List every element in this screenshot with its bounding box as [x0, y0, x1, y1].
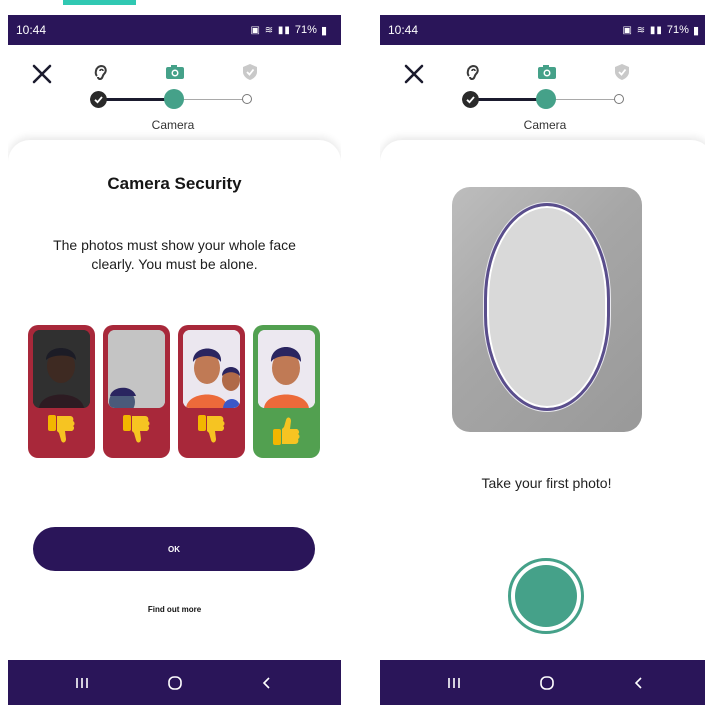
camera-icon	[538, 65, 556, 79]
back-icon[interactable]	[619, 660, 659, 705]
status-time: 10:44	[388, 23, 419, 37]
status-bar: 10:44 ▣ ≋ ▮▮ 71% ▮	[8, 15, 341, 45]
back-icon[interactable]	[247, 660, 287, 705]
progress-stepper: Camera	[380, 45, 705, 140]
signal-icon: ▣ ≋ ▮▮	[250, 24, 291, 36]
home-icon[interactable]	[155, 660, 195, 705]
camera-icon	[166, 65, 184, 79]
example-not-alone	[178, 325, 245, 458]
shutter-button[interactable]	[508, 558, 584, 634]
two-people-illustration	[183, 330, 240, 408]
battery-percent: 71%	[666, 24, 689, 36]
camera-security-card: Camera Security The photos must show you…	[8, 140, 341, 660]
page-title: Camera Security	[107, 174, 242, 193]
battery-percent: 71%	[294, 24, 317, 36]
step-label: Camera	[523, 118, 567, 132]
recent-apps-icon[interactable]	[62, 660, 102, 705]
step-complete-check-icon	[462, 91, 479, 108]
top-accent-tab	[63, 0, 136, 5]
single-face-illustration	[258, 330, 315, 408]
battery-icon: ▮	[320, 24, 327, 37]
status-time: 10:44	[16, 23, 47, 37]
capture-instruction: Take your first photo!	[481, 475, 612, 491]
camera-preview	[452, 187, 642, 432]
dark-face-illustration	[33, 330, 90, 408]
system-navigation-bar	[8, 660, 341, 705]
recent-apps-icon[interactable]	[434, 660, 474, 705]
step-current-dot	[164, 89, 184, 109]
camera-capture-card: Take your first photo!	[380, 140, 705, 660]
stepper-progress-line	[470, 98, 542, 101]
step-pending-dot	[242, 94, 252, 104]
shield-icon	[615, 64, 629, 80]
stepper-remaining-line	[552, 99, 617, 100]
stepper-progress-line	[98, 98, 170, 101]
ok-button[interactable]: OK	[33, 527, 315, 571]
ear-icon	[94, 64, 107, 81]
step-label: Camera	[151, 118, 195, 132]
example-correct	[253, 325, 320, 458]
thumbs-up-icon	[273, 417, 300, 445]
thumbs-down-icon	[48, 415, 75, 443]
find-out-more-link[interactable]: Find out more	[8, 605, 341, 614]
ear-icon	[466, 64, 479, 81]
close-icon[interactable]	[402, 62, 426, 86]
phone-screen-camera-security: 10:44 ▣ ≋ ▮▮ 71% ▮ Camera Camera Securit…	[8, 0, 341, 705]
shield-icon	[243, 64, 257, 80]
face-guide-oval	[484, 203, 610, 411]
signal-icon: ▣ ≋ ▮▮	[622, 24, 663, 36]
step-complete-check-icon	[90, 91, 107, 108]
close-icon[interactable]	[30, 62, 54, 86]
step-pending-dot	[614, 94, 624, 104]
system-navigation-bar	[380, 660, 705, 705]
battery-icon: ▮	[692, 24, 699, 37]
thumbs-down-icon	[123, 415, 150, 443]
home-icon[interactable]	[527, 660, 567, 705]
progress-stepper: Camera	[8, 45, 341, 140]
status-bar: 10:44 ▣ ≋ ▮▮ 71% ▮	[380, 15, 705, 45]
phone-screen-take-photo: 10:44 ▣ ≋ ▮▮ 71% ▮ Camera Take your firs…	[380, 0, 705, 705]
thumbs-down-icon	[198, 415, 225, 443]
instructions-text: The photos must show your whole face cle…	[53, 237, 296, 272]
example-too-dark	[28, 325, 95, 458]
hidden-face-illustration	[108, 330, 165, 408]
step-current-dot	[536, 89, 556, 109]
example-face-hidden	[103, 325, 170, 458]
stepper-remaining-line	[180, 99, 245, 100]
